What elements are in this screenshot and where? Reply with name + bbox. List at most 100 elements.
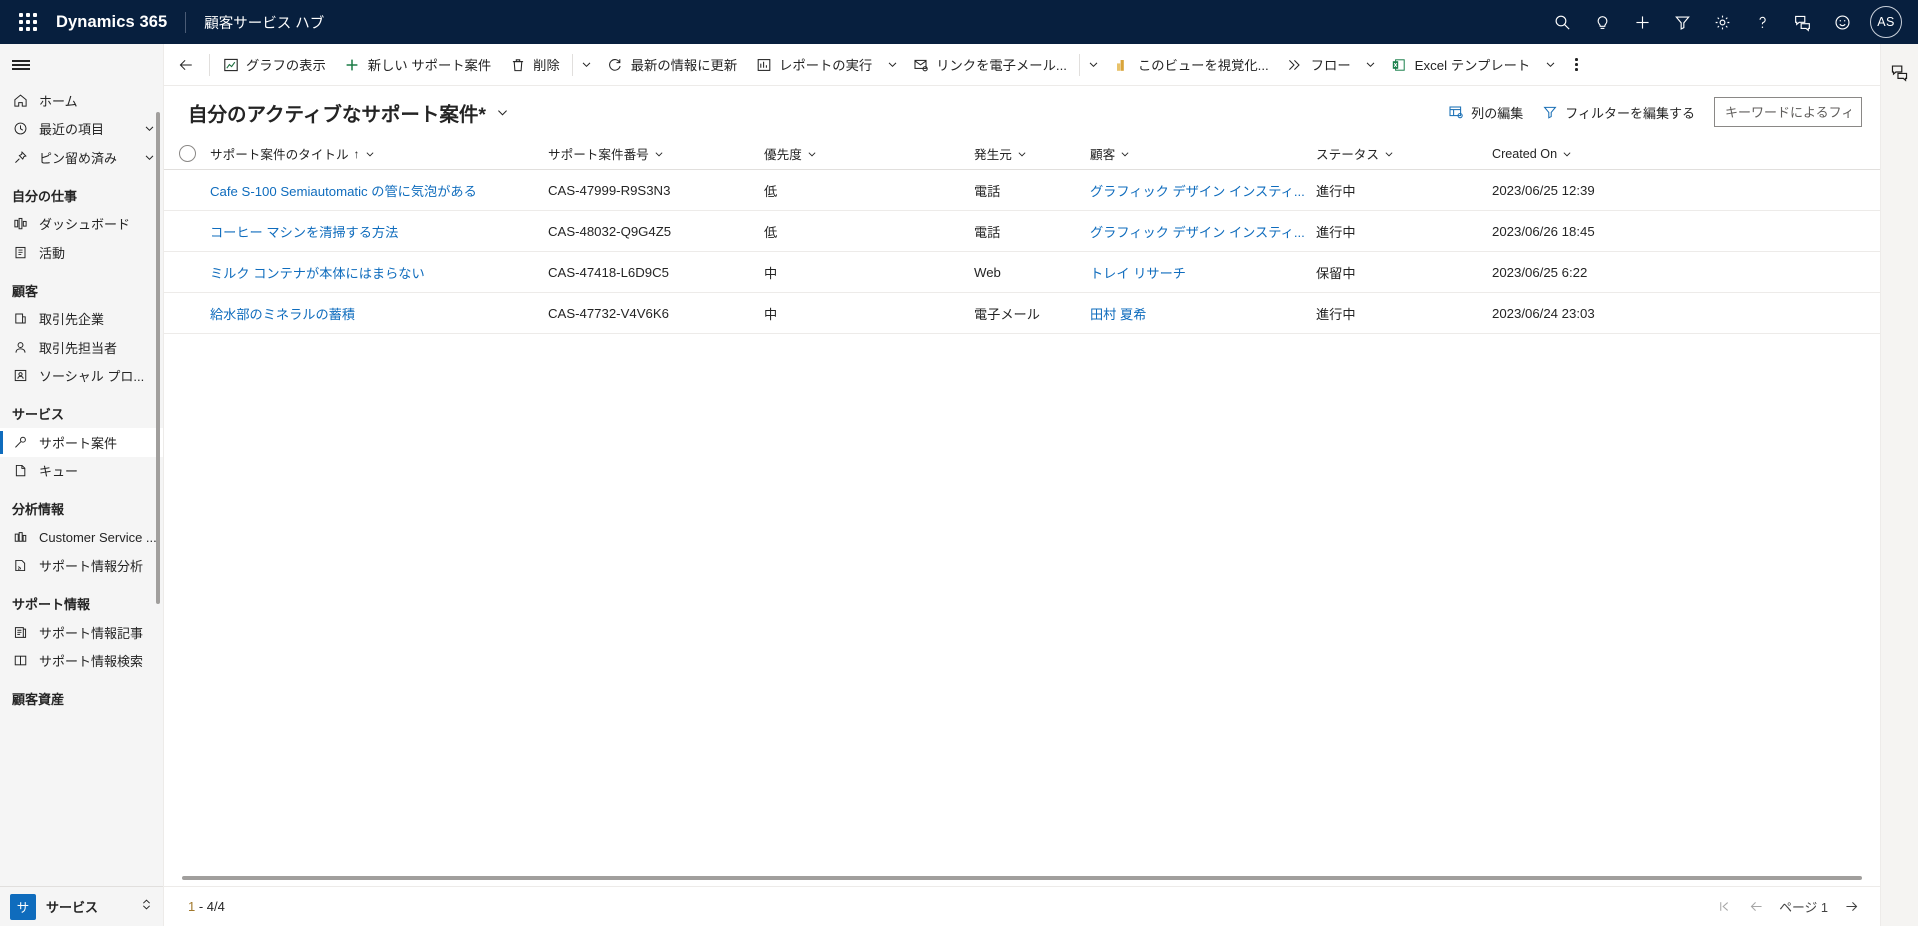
sidebar-item-label: サポート情報分析: [39, 559, 144, 575]
area-switcher[interactable]: サ サービス: [0, 886, 163, 926]
smiley-icon[interactable]: [1822, 2, 1862, 42]
sidebar-item-label: サポート案件: [39, 435, 118, 451]
sitemap-scrollbar-thumb[interactable]: [156, 112, 160, 604]
run-report-button[interactable]: レポートの実行: [746, 48, 881, 82]
select-all-cell[interactable]: [164, 145, 210, 162]
cell-title[interactable]: ミルク コンテナが本体にはまらない: [210, 263, 548, 282]
chevron-down-icon[interactable]: [1562, 149, 1572, 159]
chat-icon[interactable]: [1782, 2, 1822, 42]
sidebar-item-cases[interactable]: サポート案件: [0, 428, 163, 457]
new-case-button[interactable]: 新しい サポート案件: [335, 48, 500, 82]
column-header-created-on[interactable]: Created On: [1492, 138, 1712, 169]
chevron-down-icon[interactable]: [1384, 149, 1394, 159]
sidebar-item-queues[interactable]: キュー: [0, 457, 163, 486]
sidebar-item-knowledge-articles[interactable]: サポート情報記事: [0, 618, 163, 647]
filter-icon[interactable]: [1662, 2, 1702, 42]
chevron-down-icon[interactable]: [365, 149, 375, 159]
chevron-down-icon[interactable]: [1120, 149, 1130, 159]
plus-icon[interactable]: [1622, 2, 1662, 42]
chevron-down-icon[interactable]: [807, 149, 817, 159]
chevron-up-down-icon[interactable]: [140, 898, 153, 916]
column-header-customer[interactable]: 顧客: [1090, 138, 1316, 169]
grid-horizontal-scrollbar[interactable]: [164, 872, 1880, 886]
delete-caret-icon[interactable]: [576, 48, 598, 82]
column-header-priority[interactable]: 優先度: [764, 138, 974, 169]
cell-case-number: CAS-47999-R9S3N3: [548, 182, 671, 198]
previous-page-icon[interactable]: [1741, 892, 1771, 922]
sidebar-item-contacts[interactable]: 取引先担当者: [0, 333, 163, 362]
cell-title[interactable]: コーヒー マシンを清掃する方法: [210, 222, 548, 241]
cell-customer[interactable]: グラフィック デザイン インスティ...: [1090, 181, 1316, 200]
first-page-icon[interactable]: [1709, 892, 1739, 922]
refresh-button[interactable]: 最新の情報に更新: [598, 48, 746, 82]
sidebar-item-social-profiles[interactable]: ソーシャル プロ...: [0, 362, 163, 391]
sidebar-group-service: サービス: [12, 407, 65, 422]
brand-title[interactable]: Dynamics 365: [56, 13, 167, 32]
delete-button[interactable]: 削除: [500, 48, 569, 82]
run-report-caret-icon[interactable]: [881, 48, 903, 82]
email-a-link-button[interactable]: リンクを電子メール...: [903, 48, 1076, 82]
email-link-icon: [912, 56, 929, 73]
show-chart-button[interactable]: グラフの表示: [213, 48, 335, 82]
sidebar-item-customer-service-insights[interactable]: Customer Service ...: [0, 523, 163, 552]
command-overflow-icon[interactable]: [1561, 48, 1591, 82]
app-launcher-icon[interactable]: [8, 2, 48, 42]
sidebar-item-label: サポート情報検索: [39, 654, 144, 670]
app-name[interactable]: 顧客サービス ハブ: [204, 12, 324, 33]
search-input[interactable]: [1723, 103, 1853, 121]
cell-customer[interactable]: 田村 夏希: [1090, 304, 1316, 323]
sidebar-item-accounts[interactable]: 取引先企業: [0, 305, 163, 334]
visualize-view-button[interactable]: このビューを視覚化...: [1105, 48, 1278, 82]
sidebar-item-home[interactable]: ホーム: [0, 86, 163, 115]
next-page-icon[interactable]: [1836, 892, 1866, 922]
excel-templates-button[interactable]: Excel テンプレート: [1382, 48, 1540, 82]
sidebar-item-pinned[interactable]: ピン留め済み: [0, 143, 163, 172]
record-count: 1 - 4/4: [188, 899, 225, 914]
help-icon[interactable]: [1742, 2, 1782, 42]
chevron-down-icon[interactable]: [1017, 149, 1027, 159]
sidebar-item-dashboards[interactable]: ダッシュボード: [0, 210, 163, 239]
column-header-title[interactable]: サポート案件のタイトル ↑: [210, 138, 548, 169]
sidebar-item-recent[interactable]: 最近の項目: [0, 115, 163, 144]
column-header-status[interactable]: ステータス: [1316, 138, 1492, 169]
lightbulb-icon[interactable]: [1582, 2, 1622, 42]
sidebar-item-knowledge-search[interactable]: サポート情報検索: [0, 647, 163, 676]
table-row[interactable]: コーヒー マシンを清掃する方法 CAS-48032-Q9G4Z5 低 電話 グラ…: [164, 211, 1880, 252]
select-all-checkbox[interactable]: [178, 145, 196, 162]
sidebar-item-activities[interactable]: 活動: [0, 238, 163, 267]
queue-icon: [12, 462, 29, 479]
cell-title[interactable]: 給水部のミネラルの蓄積: [210, 304, 548, 323]
avatar[interactable]: AS: [1870, 6, 1902, 38]
cell-customer[interactable]: グラフィック デザイン インスティ...: [1090, 222, 1316, 241]
scrollbar-track[interactable]: [182, 876, 1862, 880]
sidebar-item-knowledge-analytics[interactable]: サポート情報分析: [0, 552, 163, 581]
view-selector-chevron-icon[interactable]: [496, 106, 509, 119]
column-header-label: Created On: [1492, 146, 1558, 161]
chat-panel-icon[interactable]: [1884, 56, 1916, 88]
excel-templates-caret-icon[interactable]: [1539, 48, 1561, 82]
column-header-label: ステータス: [1316, 148, 1379, 162]
flow-caret-icon[interactable]: [1360, 48, 1382, 82]
edit-columns-button[interactable]: 列の編集: [1438, 97, 1532, 127]
table-row[interactable]: ミルク コンテナが本体にはまらない CAS-47418-L6D9C5 中 Web…: [164, 252, 1880, 293]
table-row[interactable]: Cafe S-100 Semiautomatic の管に気泡がある CAS-47…: [164, 170, 1880, 211]
column-header-origin[interactable]: 発生元: [974, 138, 1090, 169]
plus-icon: [344, 56, 361, 73]
chevron-down-icon[interactable]: [654, 149, 664, 159]
search-icon[interactable]: [1542, 2, 1582, 42]
cell-customer[interactable]: トレイ リサーチ: [1090, 263, 1316, 282]
gear-icon[interactable]: [1702, 2, 1742, 42]
scrollbar-thumb[interactable]: [182, 876, 1862, 880]
chevron-down-icon[interactable]: [141, 152, 157, 163]
email-a-link-caret-icon[interactable]: [1083, 48, 1105, 82]
flow-button[interactable]: フロー: [1278, 48, 1360, 82]
edit-filters-button[interactable]: フィルターを編集する: [1532, 97, 1704, 127]
command-label: このビューを視覚化...: [1137, 58, 1269, 73]
sitemap-toggle-icon[interactable]: [0, 44, 163, 86]
back-arrow-icon[interactable]: [170, 49, 202, 81]
chevron-down-icon[interactable]: [141, 123, 157, 134]
quick-find-box[interactable]: [1714, 97, 1862, 127]
table-row[interactable]: 給水部のミネラルの蓄積 CAS-47732-V4V6K6 中 電子メール 田村 …: [164, 293, 1880, 334]
column-header-case-number[interactable]: サポート案件番号: [548, 138, 764, 169]
cell-title[interactable]: Cafe S-100 Semiautomatic の管に気泡がある: [210, 181, 548, 200]
